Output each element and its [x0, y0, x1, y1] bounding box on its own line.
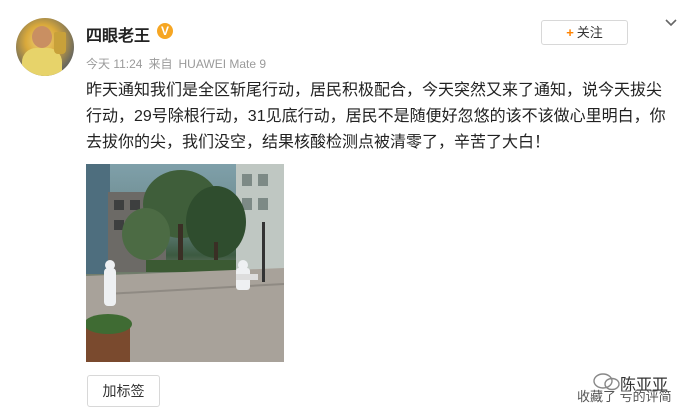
follow-button[interactable]: + 关注 [541, 20, 628, 45]
watermark-subtext: 收藏了 亏的评简 [577, 389, 672, 404]
add-tag-button[interactable]: 加标签 [87, 375, 160, 407]
post-time[interactable]: 今天 11:24 [86, 57, 142, 71]
watermark: 陈亚亚 收藏了 亏的评简 [577, 370, 687, 408]
plus-icon: + [566, 25, 574, 40]
username[interactable]: 四眼老王 [86, 22, 150, 46]
post-photo[interactable] [86, 164, 284, 362]
avatar-face [32, 26, 52, 48]
avatar-trophy [54, 32, 66, 54]
verified-v-icon: V [157, 23, 173, 39]
user-avatar[interactable] [16, 18, 74, 76]
photo-scene [86, 164, 284, 362]
source-prefix: 来自 [148, 57, 173, 71]
post-text: 昨天通知我们是全区斩尾行动，居民积极配合，今天突然又来了通知，说今天拔尖行动，2… [86, 82, 666, 151]
chevron-down-icon[interactable] [664, 16, 678, 30]
source-device[interactable]: HUAWEI Mate 9 [179, 57, 267, 71]
post-meta: 今天 11:24 来自 HUAWEI Mate 9 [86, 55, 272, 72]
follow-label: 关注 [576, 25, 603, 40]
